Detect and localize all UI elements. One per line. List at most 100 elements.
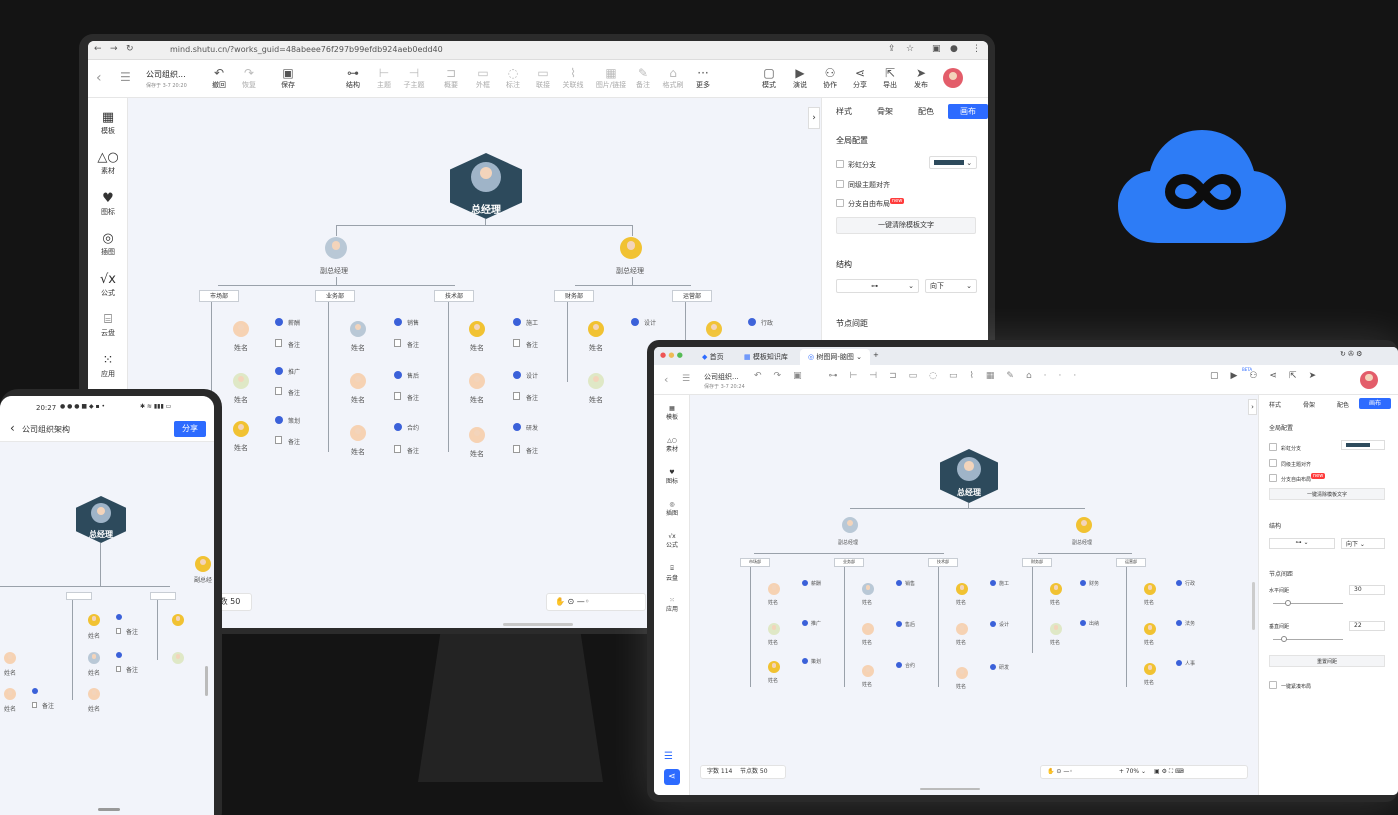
employee-name[interactable]: 姓名 [470,449,484,459]
sidebar-item-cloud[interactable]: ⌸ 云盘 [88,312,128,338]
mode-button[interactable]: ▢ 模式 [754,66,784,90]
sidepanel-icon[interactable]: ▣ [932,44,941,54]
dept-node[interactable] [66,592,92,600]
employee-name[interactable]: 姓名 [589,395,603,405]
employee-name[interactable]: 姓名 [351,395,365,405]
subtopic-button[interactable]: ⊣ 子主题 [399,66,429,90]
role-label[interactable]: 薪酬 [811,580,821,587]
employee-name[interactable]: 姓名 [470,343,484,353]
align-checkbox[interactable]: 同级主题对齐 [1269,459,1311,468]
role-label[interactable]: 策划 [811,658,821,665]
summary-button[interactable]: ⊐ 概要 [436,66,466,90]
mindmap-view-icon[interactable]: ⋖ [664,769,680,785]
role-label[interactable]: 研发 [999,664,1009,671]
link-button[interactable]: ▭ 联接 [528,66,558,90]
dept-node[interactable]: 市场部 [740,558,770,567]
role-label[interactable]: 合约 [407,423,419,432]
role-label[interactable]: 策划 [288,416,300,425]
rainbow-checkbox[interactable]: 彩虹分支 [836,160,876,170]
employee-name[interactable]: 姓名 [351,343,365,353]
dept-node[interactable]: 市场部 [199,290,239,302]
structure-button[interactable]: ⊶ 结构 [338,66,368,90]
hamburger-icon[interactable]: ☰ [120,70,131,84]
free-layout-label[interactable]: 分支自由布局new [836,198,905,209]
root-label[interactable]: 总经理 [76,529,126,540]
note-label[interactable]: 备注 [288,388,300,397]
role-label[interactable]: 施工 [526,318,538,327]
note-label[interactable]: 备注 [126,665,138,674]
dept-node[interactable]: 财务部 [1022,558,1052,567]
employee-name[interactable]: 姓名 [234,343,248,353]
role-label[interactable]: 财务 [1089,580,1099,587]
frame-button[interactable]: ▭ 外框 [468,66,498,90]
role-label[interactable]: 行政 [1185,580,1195,587]
employee-name[interactable]: 姓名 [956,683,966,690]
dept-node[interactable]: 技术部 [434,290,474,302]
role-label[interactable]: 推广 [811,620,821,627]
tab-canvas[interactable]: 画布 [1359,398,1391,409]
employee-name[interactable]: 姓名 [470,395,484,405]
note-label[interactable]: 备注 [526,393,538,402]
outline-icon[interactable]: ☰ [664,751,673,762]
free-layout-label[interactable]: 分支自由布局new [1269,473,1326,483]
dept-node[interactable]: 业务部 [315,290,355,302]
relation-button[interactable]: ⌇ 关联线 [558,66,588,90]
scroll-indicator[interactable] [1252,582,1255,630]
keyboard-icon[interactable]: ⌨ [1175,768,1184,775]
more-button[interactable]: ··· 更多 [688,66,718,90]
employee-name[interactable]: 姓名 [88,631,100,640]
share-icon[interactable]: ⇪ [888,44,896,54]
employee-name[interactable]: 姓名 [862,681,872,688]
reset-spacing-button[interactable]: 重置间距 [1269,655,1385,667]
tab-color[interactable]: 配色 [1337,400,1349,409]
hand-icon[interactable]: ✋ [1047,768,1054,775]
role-label[interactable]: 设计 [526,371,538,380]
vp-label[interactable]: 副总经 [194,575,212,584]
present-button[interactable]: ▶ 演说 [785,66,815,90]
sidebar-item-formula[interactable]: √x 公式 [88,272,128,298]
note-label[interactable]: 备注 [407,393,419,402]
back-icon[interactable]: ‹ [664,373,668,386]
sidebar-item-template[interactable]: ▦ 模板 [654,405,690,421]
employee-name[interactable]: 姓名 [351,447,365,457]
user-avatar[interactable] [943,68,963,88]
tab-skeleton[interactable]: 骨架 [1303,400,1315,409]
dept-node[interactable]: 技术部 [928,558,958,567]
employee-name[interactable]: 姓名 [862,639,872,646]
tab-style[interactable]: 样式 [824,104,864,119]
fullscreen-icon[interactable]: ⛶ [1169,768,1173,775]
doc-title[interactable]: 公司组织... [704,372,739,382]
note-label[interactable]: 备注 [42,701,54,710]
direction-select[interactable]: 向下 ⌄ [925,279,977,293]
rainbow-checkbox[interactable]: 彩虹分支 [1269,443,1301,452]
collapse-panel-icon[interactable]: › [1248,399,1257,415]
user-avatar[interactable] [1360,371,1378,389]
note-label[interactable]: 备注 [288,340,300,349]
note-label[interactable]: 备注 [526,446,538,455]
doc-title[interactable]: 公司组织... [146,69,186,80]
role-label[interactable]: 售后 [905,621,915,628]
tab-color[interactable]: 配色 [906,104,946,119]
share-button[interactable]: 分享 [174,421,206,437]
profile-icon[interactable]: ● [950,44,958,54]
nav-forward-icon[interactable]: → [110,44,118,54]
sidebar-item-illustration[interactable]: ◎ 插图 [654,501,690,517]
sidebar-item-icon[interactable]: ♥ 图标 [654,469,690,485]
hamburger-icon[interactable]: ☰ [682,374,690,384]
role-label[interactable]: 出纳 [1089,620,1099,627]
employee-name[interactable]: 姓名 [1050,599,1060,606]
scroll-indicator[interactable] [205,666,208,696]
note-label[interactable]: 备注 [407,340,419,349]
role-label[interactable]: 售后 [407,371,419,380]
publish-button[interactable]: ➤ 发布 [906,66,936,90]
locate-icon[interactable]: ⊙ [1056,768,1061,775]
root-label[interactable]: 总经理 [450,201,522,216]
sidebar-item-formula[interactable]: √x 公式 [654,533,690,549]
role-label[interactable]: 行政 [761,318,773,327]
zoom-slider[interactable]: —◦ [1063,768,1073,775]
star-icon[interactable]: ☆ [906,44,914,54]
dept-node[interactable]: 运营部 [672,290,712,302]
vp-label[interactable]: 副总经理 [320,266,348,276]
save-button[interactable]: ▣ 保存 [273,66,303,90]
zoom-value[interactable]: 70% [1126,768,1139,775]
